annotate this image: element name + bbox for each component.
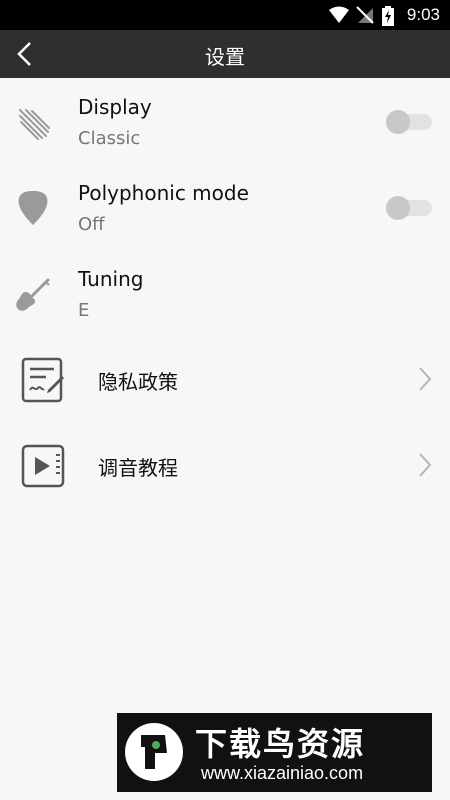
tuning-value: E [78, 300, 90, 321]
setting-polyphonic-mode[interactable]: Polyphonic mode Off [0, 164, 450, 250]
status-time: 9:03 [406, 5, 440, 24]
electric-guitar-icon [16, 278, 50, 311]
signal-icon [356, 6, 374, 24]
page-title: 设置 [205, 45, 245, 69]
wifi-icon [329, 6, 349, 23]
display-toggle[interactable] [386, 108, 434, 134]
chevron-right-icon [419, 367, 432, 391]
watermark: 下载鸟资源 www.xiazainiao.com [117, 713, 432, 792]
setting-display[interactable]: Display Classic [0, 78, 450, 164]
nav-privacy-policy[interactable]: 隐私政策 [0, 336, 450, 422]
battery-charging-icon [382, 6, 394, 26]
polyphonic-label: Polyphonic mode [78, 181, 249, 205]
chevron-right-icon [419, 453, 432, 477]
setting-tuning[interactable]: Tuning E [0, 250, 450, 336]
watermark-title: 下载鸟资源 [195, 725, 366, 763]
guitar-pick-icon [18, 191, 48, 225]
tuning-label: Tuning [78, 267, 144, 291]
tuning-tutorial-label: 调音教程 [98, 456, 178, 480]
nav-tuning-tutorial[interactable]: 调音教程 [0, 422, 450, 508]
toggle-thumb [386, 196, 410, 220]
status-bar: 9:03 [0, 0, 450, 30]
display-value: Classic [78, 128, 141, 149]
comet-icon [19, 109, 50, 140]
polyphonic-value: Off [78, 214, 105, 235]
app-bar: 设置 [0, 30, 450, 78]
video-tutorial-icon [21, 444, 65, 488]
privacy-policy-label: 隐私政策 [98, 370, 178, 394]
watermark-url: www.xiazainiao.com [201, 763, 364, 783]
toggle-thumb [386, 110, 410, 134]
display-label: Display [78, 95, 152, 119]
document-edit-icon [21, 357, 64, 403]
bird-logo-icon [125, 723, 183, 781]
polyphonic-toggle[interactable] [386, 194, 434, 220]
